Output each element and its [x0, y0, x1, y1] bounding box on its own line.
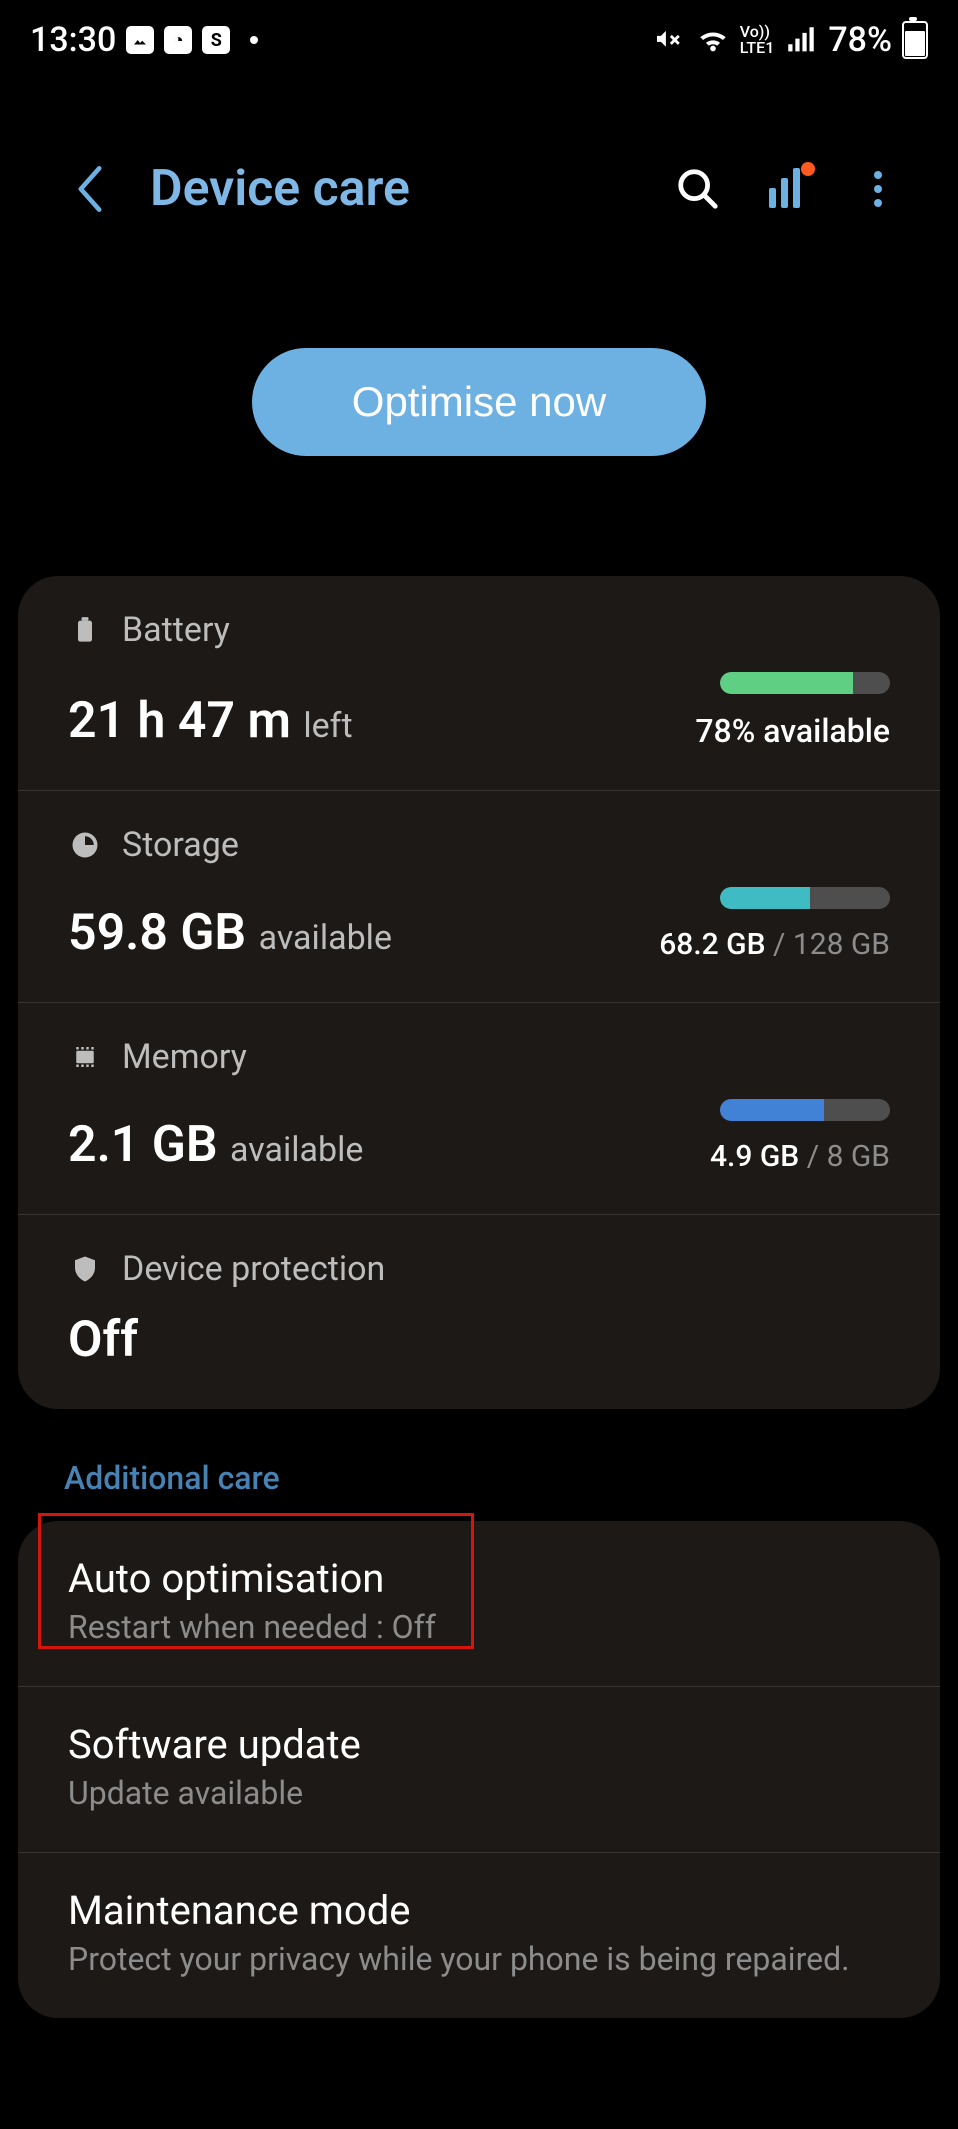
- battery-icon: [902, 21, 928, 59]
- auto-optimisation-title: Auto optimisation: [68, 1555, 890, 1602]
- storage-bar: [720, 887, 890, 909]
- battery-value: 21 h 47 m left: [68, 692, 353, 750]
- status-battery-pct: 78%: [828, 20, 892, 60]
- storage-row[interactable]: Storage 59.8 GB available 68.2 GB / 128 …: [18, 790, 940, 1002]
- page-title: Device care: [150, 160, 638, 218]
- memory-value: 2.1 GB available: [68, 1116, 363, 1174]
- maintenance-mode-row[interactable]: Maintenance mode Protect your privacy wh…: [18, 1852, 940, 2018]
- more-button[interactable]: [848, 171, 908, 207]
- optimise-button[interactable]: Optimise now: [252, 348, 706, 456]
- shield-icon: [68, 1252, 102, 1286]
- battery-row[interactable]: Battery 21 h 47 m left 78% available: [18, 576, 940, 790]
- additional-care-label: Additional care: [0, 1459, 958, 1521]
- gallery-icon: [126, 26, 154, 54]
- software-update-sub: Update available: [68, 1774, 890, 1812]
- storage-row-icon: [68, 828, 102, 862]
- battery-bar: [720, 672, 890, 694]
- storage-label: Storage: [122, 825, 239, 865]
- protection-label: Device protection: [122, 1249, 385, 1289]
- memory-row[interactable]: Memory 2.1 GB available 4.9 GB / 8 GB: [18, 1002, 940, 1214]
- optimise-wrap: Optimise now: [0, 258, 958, 576]
- auto-optimisation-row[interactable]: Auto optimisation Restart when needed : …: [18, 1521, 940, 1686]
- additional-care-panel: Auto optimisation Restart when needed : …: [18, 1521, 940, 2018]
- protection-row[interactable]: Device protection Off: [18, 1214, 940, 1409]
- clock-icon: ◔: [164, 26, 192, 54]
- maintenance-mode-sub: Protect your privacy while your phone is…: [68, 1940, 890, 1978]
- network-lte-label: Vo)) LTE1: [740, 24, 775, 56]
- status-time: 13:30: [30, 20, 116, 60]
- status-right: Vo)) LTE1 78%: [652, 20, 928, 60]
- mute-vibrate-icon: [652, 23, 686, 57]
- status-left: 13:30 ◔ S: [30, 20, 258, 60]
- battery-row-icon: [68, 613, 102, 647]
- battery-label: Battery: [122, 610, 230, 650]
- protection-status: Off: [68, 1311, 138, 1369]
- more-notifications-dot: [250, 36, 258, 44]
- status-bar: 13:30 ◔ S Vo)) LTE1 78%: [0, 0, 958, 80]
- battery-available-text: 78% available: [695, 712, 890, 750]
- memory-label: Memory: [122, 1037, 247, 1077]
- maintenance-mode-title: Maintenance mode: [68, 1887, 890, 1934]
- auto-optimisation-sub: Restart when needed : Off: [68, 1608, 890, 1646]
- memory-bar: [720, 1099, 890, 1121]
- usage-chart-button[interactable]: [758, 166, 818, 212]
- app-icon-s: S: [202, 26, 230, 54]
- software-update-title: Software update: [68, 1721, 890, 1768]
- wifi-icon: [696, 23, 730, 57]
- back-button[interactable]: [60, 166, 120, 212]
- software-update-row[interactable]: Software update Update available: [18, 1686, 940, 1852]
- memory-ratio: 4.9 GB / 8 GB: [710, 1139, 890, 1174]
- app-header: Device care: [0, 80, 958, 258]
- signal-icon: [784, 23, 818, 57]
- memory-row-icon: [68, 1040, 102, 1074]
- storage-value: 59.8 GB available: [68, 904, 392, 962]
- status-panel: Battery 21 h 47 m left 78% available Sto…: [18, 576, 940, 1409]
- search-button[interactable]: [668, 166, 728, 212]
- storage-ratio: 68.2 GB / 128 GB: [659, 927, 890, 962]
